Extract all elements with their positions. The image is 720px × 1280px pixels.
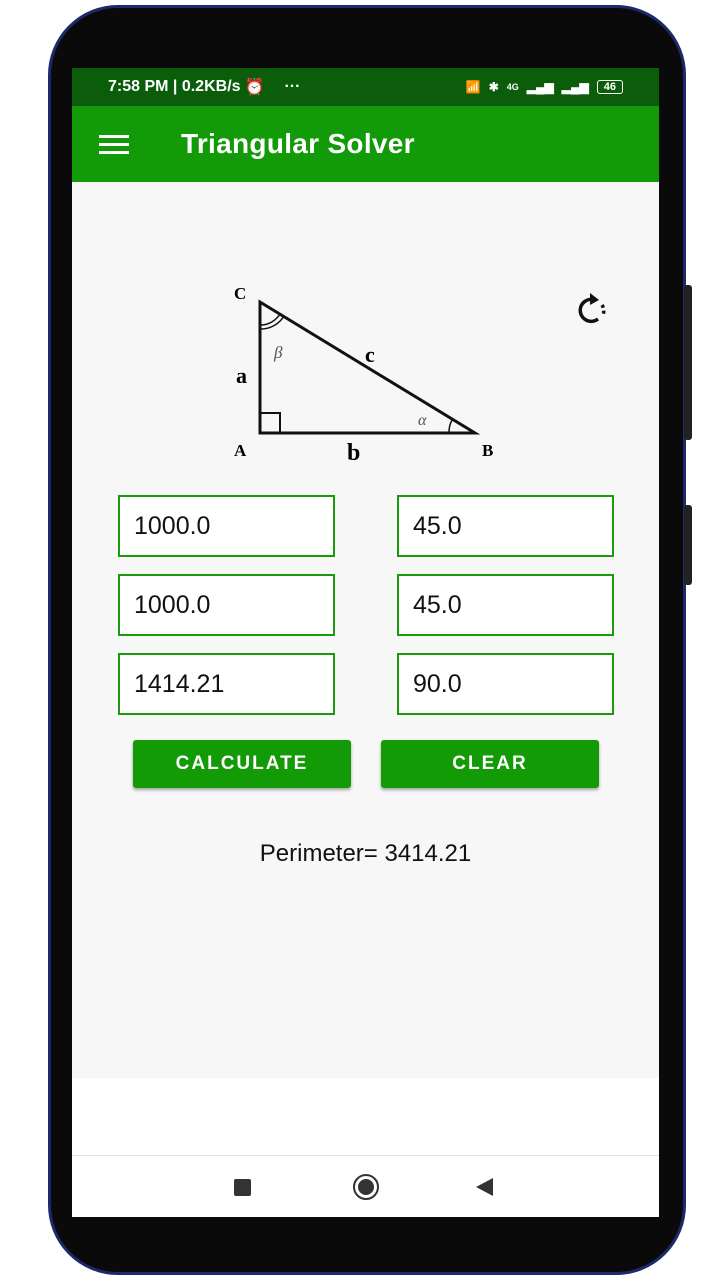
side-c-input[interactable] bbox=[118, 653, 335, 715]
alarm-icon: ⏰ bbox=[244, 79, 265, 96]
side-b-label: b bbox=[347, 440, 360, 465]
angle-beta-input[interactable] bbox=[397, 574, 614, 636]
angle-gamma-input[interactable] bbox=[397, 653, 614, 715]
recents-icon[interactable] bbox=[234, 1179, 251, 1196]
triangle-shape bbox=[258, 299, 481, 435]
vertex-c: C bbox=[234, 284, 246, 303]
volume-button bbox=[684, 285, 692, 440]
app-bar: Triangular Solver bbox=[72, 106, 659, 182]
perimeter-result: Perimeter= 3414.21 bbox=[259, 840, 472, 867]
vertex-a: A bbox=[234, 441, 247, 460]
home-icon[interactable] bbox=[353, 1174, 379, 1200]
side-a-label: a bbox=[236, 363, 247, 388]
triangle-diagram: C A B a b c β α bbox=[234, 284, 493, 465]
navigation-bar bbox=[72, 1155, 659, 1217]
screen: 7:58 PM | 0.2KB/s ⏰ ··· 📶 ✱ 4G ▂▄▆ ▂▄▆ 4… bbox=[72, 68, 659, 1217]
angle-beta-label: β bbox=[273, 343, 283, 362]
clear-button[interactable]: CLEAR bbox=[381, 740, 599, 788]
status-time: 7:58 PM | 0.2KB/s bbox=[108, 78, 241, 95]
signal-icon-2: ▂▄▆ bbox=[561, 80, 589, 94]
signal-icon: ▂▄▆ bbox=[526, 80, 554, 94]
menu-icon[interactable] bbox=[99, 130, 129, 159]
side-a-input[interactable] bbox=[118, 495, 335, 557]
wifi-icon: 📶 bbox=[465, 80, 481, 94]
angle-alpha-label: α bbox=[418, 412, 427, 429]
calculate-button[interactable]: CALCULATE bbox=[133, 740, 351, 788]
more-icon: ··· bbox=[284, 78, 301, 95]
right-angle-mark bbox=[259, 412, 281, 434]
bluetooth-icon: ✱ bbox=[488, 80, 499, 94]
vertex-b: B bbox=[482, 441, 493, 460]
refresh-icon[interactable] bbox=[572, 290, 612, 330]
page-title: Triangular Solver bbox=[181, 128, 415, 159]
power-button bbox=[684, 505, 692, 585]
back-icon[interactable] bbox=[476, 1178, 493, 1196]
battery-icon: 46 bbox=[596, 80, 623, 94]
network-label: 4G bbox=[506, 82, 519, 92]
angle-alpha-input[interactable] bbox=[397, 495, 614, 557]
side-c-label: c bbox=[365, 342, 375, 367]
side-b-input[interactable] bbox=[118, 574, 335, 636]
status-bar: 7:58 PM | 0.2KB/s ⏰ ··· 📶 ✱ 4G ▂▄▆ ▂▄▆ 4… bbox=[72, 68, 659, 106]
